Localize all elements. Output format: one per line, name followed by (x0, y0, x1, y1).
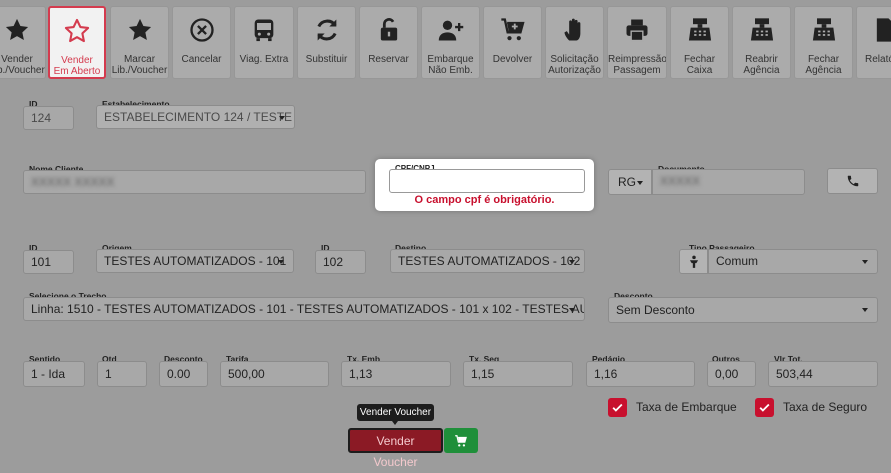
estabelecimento-select[interactable]: ESTABELECIMENTO 124 / TESTE (96, 105, 295, 129)
cash-register-icon (795, 16, 852, 50)
bus-icon (235, 16, 293, 50)
check-icon (612, 403, 623, 412)
rg-label: RG (618, 175, 636, 189)
qtd-field[interactable]: 1 (97, 361, 147, 387)
desconto-select[interactable]: Sem Desconto (608, 297, 878, 323)
tx-seg-field[interactable]: 1,15 (463, 361, 573, 387)
toolbar-reimpressao-button[interactable]: Reimpressão Passagem (607, 6, 667, 79)
id-field[interactable]: 124 (23, 106, 74, 130)
vender-voucher-tooltip: Vender Voucher (357, 404, 434, 425)
pedagio-field[interactable]: 1,16 (586, 361, 695, 387)
toolbar-fechar-agencia-button[interactable]: Fechar Agência (794, 6, 853, 79)
origem-id-field[interactable]: 101 (23, 250, 74, 274)
rg-dropdown-button[interactable]: RG (608, 169, 652, 195)
star-icon (0, 16, 45, 50)
documento-value: XXXXX (660, 174, 701, 188)
toolbar-solicitacao-button[interactable]: Solicitação Autorização (545, 6, 604, 79)
printer-icon (608, 16, 666, 50)
taxa-embarque-label: Taxa de Embarque (636, 400, 737, 414)
cart-icon (455, 434, 467, 447)
taxa-seguro-checkbox[interactable] (755, 398, 774, 417)
vender-voucher-button[interactable]: Vender Voucher (348, 428, 443, 469)
tipo-passageiro-select[interactable]: Comum (708, 249, 878, 274)
cpf-card: CPF/CNPJ O campo cpf é obrigatório. (375, 159, 594, 211)
trecho-select[interactable]: Linha: 1510 - TESTES AUTOMATIZADOS - 101… (23, 297, 585, 321)
cpf-error-message: O campo cpf é obrigatório. (414, 194, 555, 206)
cancel-circle-icon (173, 16, 230, 50)
star-icon (111, 16, 168, 50)
taxa-seguro-label: Taxa de Seguro (783, 400, 868, 414)
nome-cliente-field[interactable]: XXXXX XXXXX (23, 170, 366, 194)
toolbar-viagem-extra-button[interactable]: Viag. Extra (234, 6, 294, 79)
desconto-value-field[interactable]: 0.00 (159, 361, 208, 387)
toolbar-substituir-button[interactable]: Substituir (297, 6, 356, 79)
phone-button[interactable] (827, 168, 878, 194)
phone-icon (847, 175, 858, 187)
toolbar-relatorios-button[interactable]: Relató (856, 6, 891, 79)
cart-button[interactable] (444, 428, 478, 453)
toolbar-reabrir-agencia-button[interactable]: Reabrir Agência (732, 6, 791, 79)
toolbar-marcar-voucher-button[interactable]: Marcar Lib./Voucher (110, 6, 169, 79)
toolbar-cancelar-button[interactable]: Cancelar (172, 6, 231, 79)
origem-select[interactable]: TESTES AUTOMATIZADOS - 101 (96, 249, 294, 273)
destino-select[interactable]: TESTES AUTOMATIZADOS - 102 (390, 249, 585, 273)
tarifa-field[interactable]: 500,00 (220, 361, 329, 387)
taxa-embarque-checkbox[interactable] (608, 398, 627, 417)
cart-plus-icon (484, 16, 541, 50)
toolbar-fechar-caixa-button[interactable]: Fechar Caixa (670, 6, 729, 79)
unlock-icon (360, 16, 417, 50)
person-icon (689, 255, 698, 268)
cash-register-icon (733, 16, 790, 50)
check-icon (759, 403, 770, 412)
nome-cliente-value: XXXXX XXXXX (31, 175, 115, 189)
destino-id-field[interactable]: 102 (315, 250, 366, 274)
toolbar-reservar-button[interactable]: Reservar (359, 6, 418, 79)
tipo-passageiro-addon (679, 249, 708, 274)
cpf-input[interactable] (389, 169, 585, 193)
file-icon (857, 16, 891, 50)
documento-field[interactable]: XXXXX (652, 169, 805, 195)
toolbar: Vender Lib./Voucher Vender Em Aberto Mar… (0, 0, 891, 84)
refresh-icon (298, 16, 355, 50)
star-outline-icon (50, 17, 104, 51)
toolbar-devolver-button[interactable]: Devolver (483, 6, 542, 79)
outros-field[interactable]: 0,00 (707, 361, 756, 387)
vlr-tot-field[interactable]: 503,44 (768, 361, 878, 387)
toolbar-vender-voucher-button[interactable]: Vender Lib./Voucher (0, 6, 46, 79)
sentido-field[interactable]: 1 - Ida (23, 361, 85, 387)
tx-emb-field[interactable]: 1,13 (341, 361, 451, 387)
user-plus-icon (422, 16, 479, 50)
hand-icon (546, 16, 603, 50)
toolbar-embarque-button[interactable]: Embarque Não Emb. (421, 6, 480, 79)
toolbar-vender-em-aberto-button[interactable]: Vender Em Aberto (48, 6, 106, 79)
cash-register-icon (671, 16, 728, 50)
